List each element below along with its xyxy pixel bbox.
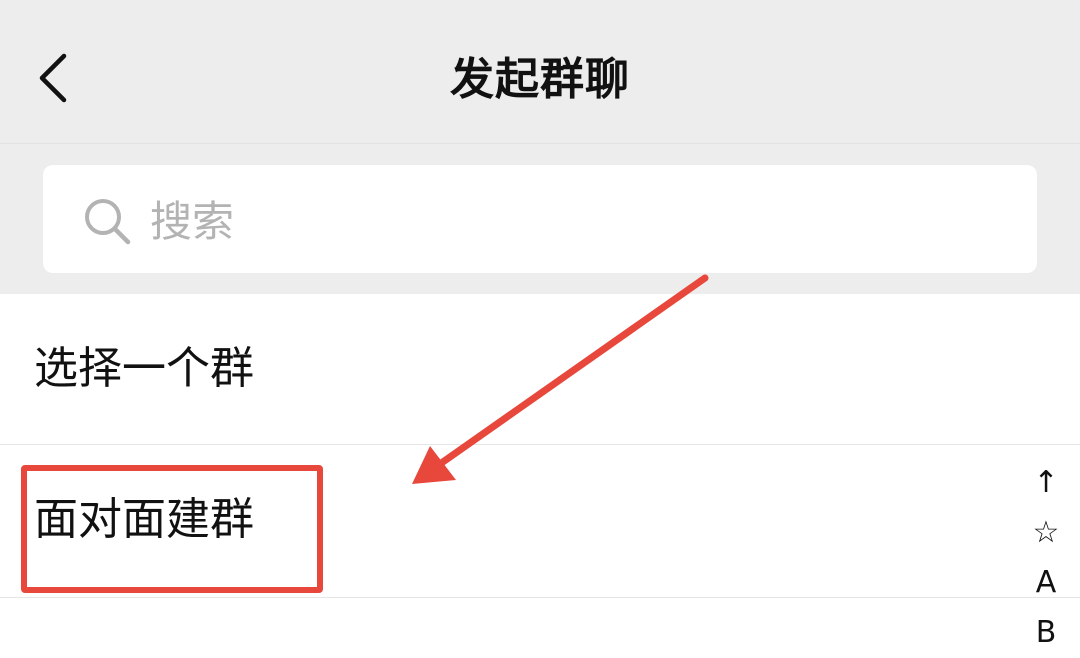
page-title: 发起群聊 — [450, 54, 630, 105]
face-to-face-group-label: 面对面建群 — [34, 494, 254, 545]
index-top-arrow[interactable]: ↑ — [1026, 458, 1066, 508]
face-to-face-group-item[interactable]: 面对面建群 — [0, 445, 1080, 595]
list-divider — [0, 597, 1080, 598]
search-icon — [85, 199, 131, 245]
index-star[interactable]: ☆ — [1026, 508, 1066, 558]
select-group-item[interactable]: 选择一个群 — [0, 294, 1080, 444]
alphabet-index-bar[interactable]: ↑ ☆ A B — [1026, 458, 1066, 658]
search-area — [0, 144, 1080, 294]
search-input[interactable] — [150, 194, 950, 250]
select-group-label: 选择一个群 — [34, 343, 254, 394]
navigation-bar: 发起群聊 — [0, 0, 1080, 144]
index-letter-a[interactable]: A — [1026, 558, 1066, 608]
index-letter-b[interactable]: B — [1026, 608, 1066, 658]
chat-options-list: 选择一个群 面对面建群 — [0, 294, 1080, 610]
